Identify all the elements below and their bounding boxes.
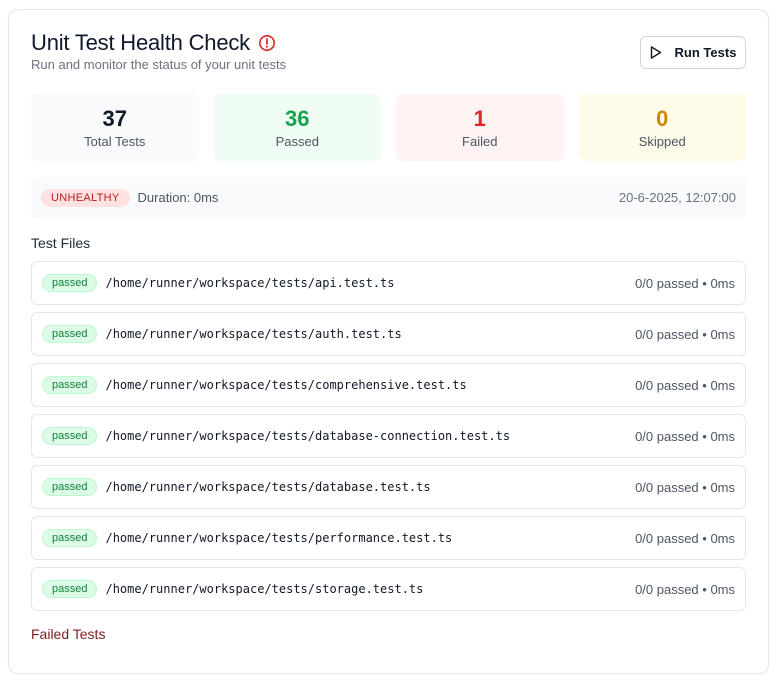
health-check-card: Unit Test Health Check Run and monitor t… [8,9,769,674]
test-files-heading: Test Files [31,235,91,251]
duration-text: Duration: 0ms [137,190,219,205]
stat-failed: 1 Failed [396,94,564,161]
page-subtitle: Run and monitor the status of your unit … [31,57,287,72]
file-row[interactable]: passed /home/runner/workspace/tests/perf… [31,516,746,560]
test-files-list: passed /home/runner/workspace/tests/api.… [31,261,746,618]
file-status-badge: passed [42,376,98,394]
stat-passed-value: 36 [285,106,310,131]
header: Unit Test Health Check Run and monitor t… [31,30,746,74]
alert-circle-icon [258,34,276,52]
file-row[interactable]: passed /home/runner/workspace/tests/data… [31,465,746,509]
file-status-badge: passed [42,427,98,445]
title-row: Unit Test Health Check [31,30,746,56]
stat-skipped-label: Skipped [638,134,686,149]
stat-total: 37 Total Tests [31,94,199,161]
file-row[interactable]: passed /home/runner/workspace/tests/auth… [31,312,746,356]
file-result: 0/0 passed • 0ms [635,581,735,597]
file-status-badge: passed [42,478,98,496]
file-status-badge: passed [42,325,98,343]
file-result: 0/0 passed • 0ms [635,275,735,291]
stat-skipped-value: 0 [656,106,669,131]
file-row[interactable]: passed /home/runner/workspace/tests/api.… [31,261,746,305]
stat-total-value: 37 [102,106,127,131]
stat-failed-value: 1 [473,106,486,131]
file-result: 0/0 passed • 0ms [635,428,735,444]
stat-passed-label: Passed [275,134,319,149]
file-path: /home/runner/workspace/tests/comprehensi… [105,378,467,392]
stats-row: 37 Total Tests 36 Passed 1 Failed 0 Skip… [31,94,746,161]
file-result: 0/0 passed • 0ms [635,530,735,546]
file-row[interactable]: passed /home/runner/workspace/tests/data… [31,414,746,458]
file-path: /home/runner/workspace/tests/auth.test.t… [105,327,402,341]
file-status-badge: passed [42,274,98,292]
run-tests-label: Run Tests [674,45,737,60]
file-row[interactable]: passed /home/runner/workspace/tests/stor… [31,567,746,611]
file-status-badge: passed [42,580,98,598]
stat-skipped: 0 Skipped [578,94,746,161]
page-title: Unit Test Health Check [31,30,250,55]
file-path: /home/runner/workspace/tests/storage.tes… [105,582,424,596]
file-path: /home/runner/workspace/tests/performance… [105,531,453,545]
file-path: /home/runner/workspace/tests/api.test.ts [105,276,395,290]
stat-failed-label: Failed [462,134,498,149]
file-result: 0/0 passed • 0ms [635,479,735,495]
file-row[interactable]: passed /home/runner/workspace/tests/comp… [31,363,746,407]
file-status-badge: passed [42,529,98,547]
timestamp-text: 20-6-2025, 12:07:00 [618,190,736,205]
file-path: /home/runner/workspace/tests/database-co… [105,429,511,443]
play-icon [650,46,661,59]
stat-total-label: Total Tests [84,134,146,149]
file-path: /home/runner/workspace/tests/database.te… [105,480,431,494]
failed-tests-heading: Failed Tests [31,626,106,642]
status-bar: UNHEALTHY Duration: 0ms 20-6-2025, 12:07… [31,177,746,218]
status-badge: UNHEALTHY [41,188,130,207]
stat-passed: 36 Passed [213,94,381,161]
run-tests-button[interactable]: Run Tests [640,36,746,69]
file-result: 0/0 passed • 0ms [635,326,735,342]
file-result: 0/0 passed • 0ms [635,377,735,393]
